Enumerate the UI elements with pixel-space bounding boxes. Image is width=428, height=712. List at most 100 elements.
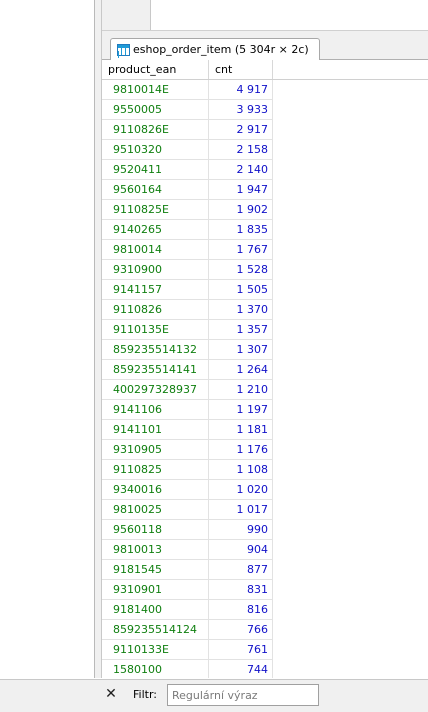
top-panel-content[interactable] bbox=[150, 0, 428, 30]
table-row[interactable]: 9510320 2 158 bbox=[102, 140, 428, 160]
cell-cnt[interactable]: 877 bbox=[209, 560, 273, 580]
table-row[interactable]: 9141157 1 505 bbox=[102, 280, 428, 300]
table-row[interactable]: 859235514132 1 307 bbox=[102, 340, 428, 360]
table-row[interactable]: 9110825E 1 902 bbox=[102, 200, 428, 220]
table-row[interactable]: 9181545 877 bbox=[102, 560, 428, 580]
cell-product-ean[interactable]: 9520411 bbox=[102, 160, 209, 180]
cell-cnt[interactable]: 1 767 bbox=[209, 240, 273, 260]
cell-cnt[interactable]: 816 bbox=[209, 600, 273, 620]
cell-product-ean[interactable]: 9310905 bbox=[102, 440, 209, 460]
column-header-product-ean[interactable]: product_ean bbox=[102, 60, 209, 79]
table-row[interactable]: 9340016 1 020 bbox=[102, 480, 428, 500]
cell-product-ean[interactable]: 9550005 bbox=[102, 100, 209, 120]
cell-product-ean[interactable]: 9810013 bbox=[102, 540, 209, 560]
table-row[interactable]: 9110826E 2 917 bbox=[102, 120, 428, 140]
cell-cnt[interactable]: 4 917 bbox=[209, 80, 273, 100]
cell-product-ean[interactable]: 9110825 bbox=[102, 460, 209, 480]
cell-cnt[interactable]: 1 181 bbox=[209, 420, 273, 440]
left-pane[interactable] bbox=[0, 0, 95, 678]
cell-product-ean[interactable]: 9560118 bbox=[102, 520, 209, 540]
cell-product-ean[interactable]: 9181400 bbox=[102, 600, 209, 620]
cell-cnt[interactable]: 1 947 bbox=[209, 180, 273, 200]
cell-cnt[interactable]: 2 140 bbox=[209, 160, 273, 180]
close-filter-icon[interactable]: ✕ bbox=[104, 686, 118, 702]
table-row[interactable]: 9110135E 1 357 bbox=[102, 320, 428, 340]
cell-cnt[interactable]: 1 528 bbox=[209, 260, 273, 280]
table-row[interactable]: 9520411 2 140 bbox=[102, 160, 428, 180]
cell-cnt[interactable]: 1 176 bbox=[209, 440, 273, 460]
tab-strip: eshop_order_item (5 304r × 2c) bbox=[102, 31, 428, 60]
cell-product-ean[interactable]: 9110826 bbox=[102, 300, 209, 320]
cell-product-ean[interactable]: 9340016 bbox=[102, 480, 209, 500]
cell-product-ean[interactable]: 1580100 bbox=[102, 660, 209, 678]
table-row[interactable]: 9560118 990 bbox=[102, 520, 428, 540]
cell-cnt[interactable]: 1 370 bbox=[209, 300, 273, 320]
cell-product-ean[interactable]: 9310901 bbox=[102, 580, 209, 600]
table-row[interactable]: 9810025 1 017 bbox=[102, 500, 428, 520]
cell-cnt[interactable]: 1 835 bbox=[209, 220, 273, 240]
cell-product-ean[interactable]: 859235514124 bbox=[102, 620, 209, 640]
cell-cnt[interactable]: 1 264 bbox=[209, 360, 273, 380]
table-row[interactable]: 859235514141 1 264 bbox=[102, 360, 428, 380]
cell-cnt[interactable]: 761 bbox=[209, 640, 273, 660]
table-row[interactable]: 9560164 1 947 bbox=[102, 180, 428, 200]
table-row[interactable]: 9141106 1 197 bbox=[102, 400, 428, 420]
cell-product-ean[interactable]: 9141101 bbox=[102, 420, 209, 440]
table-row[interactable]: 9310905 1 176 bbox=[102, 440, 428, 460]
cell-product-ean[interactable]: 9181545 bbox=[102, 560, 209, 580]
table-row[interactable]: 9181400 816 bbox=[102, 600, 428, 620]
table-row[interactable]: 9810014 1 767 bbox=[102, 240, 428, 260]
cell-product-ean[interactable]: 9510320 bbox=[102, 140, 209, 160]
cell-cnt[interactable]: 904 bbox=[209, 540, 273, 560]
cell-product-ean[interactable]: 9560164 bbox=[102, 180, 209, 200]
cell-product-ean[interactable]: 9310900 bbox=[102, 260, 209, 280]
cell-product-ean[interactable]: 9110135E bbox=[102, 320, 209, 340]
table-row[interactable]: 400297328937 1 210 bbox=[102, 380, 428, 400]
cell-product-ean[interactable]: 859235514141 bbox=[102, 360, 209, 380]
cell-cnt[interactable]: 1 017 bbox=[209, 500, 273, 520]
cell-cnt[interactable]: 1 505 bbox=[209, 280, 273, 300]
cell-cnt[interactable]: 766 bbox=[209, 620, 273, 640]
filter-input[interactable] bbox=[167, 684, 319, 706]
cell-product-ean[interactable]: 9810014E bbox=[102, 80, 209, 100]
table-row[interactable]: 9140265 1 835 bbox=[102, 220, 428, 240]
column-header-cnt[interactable]: cnt bbox=[209, 60, 273, 79]
cell-cnt[interactable]: 1 197 bbox=[209, 400, 273, 420]
cell-product-ean[interactable]: 9810025 bbox=[102, 500, 209, 520]
cell-cnt[interactable]: 2 917 bbox=[209, 120, 273, 140]
tab-eshop-order-item[interactable]: eshop_order_item (5 304r × 2c) bbox=[110, 38, 320, 60]
cell-cnt[interactable]: 1 108 bbox=[209, 460, 273, 480]
cell-product-ean[interactable]: 9140265 bbox=[102, 220, 209, 240]
cell-cnt[interactable]: 1 902 bbox=[209, 200, 273, 220]
cell-product-ean[interactable]: 400297328937 bbox=[102, 380, 209, 400]
table-row[interactable]: 859235514124 766 bbox=[102, 620, 428, 640]
cell-product-ean[interactable]: 9110826E bbox=[102, 120, 209, 140]
cell-product-ean[interactable]: 9110825E bbox=[102, 200, 209, 220]
cell-cnt[interactable]: 1 307 bbox=[209, 340, 273, 360]
table-row[interactable]: 9810014E 4 917 bbox=[102, 80, 428, 100]
cell-cnt[interactable]: 1 210 bbox=[209, 380, 273, 400]
cell-cnt[interactable]: 3 933 bbox=[209, 100, 273, 120]
cell-cnt[interactable]: 990 bbox=[209, 520, 273, 540]
cell-product-ean[interactable]: 9141157 bbox=[102, 280, 209, 300]
table-row[interactable]: 9550005 3 933 bbox=[102, 100, 428, 120]
table-row[interactable]: 9310901 831 bbox=[102, 580, 428, 600]
table-row[interactable]: 9810013 904 bbox=[102, 540, 428, 560]
cell-cnt[interactable]: 2 158 bbox=[209, 140, 273, 160]
table-row[interactable]: 9110826 1 370 bbox=[102, 300, 428, 320]
table-row[interactable]: 9310900 1 528 bbox=[102, 260, 428, 280]
cell-product-ean[interactable]: 9110133E bbox=[102, 640, 209, 660]
result-grid[interactable]: product_ean cnt 9810014E 4 917 9550005 3 93… bbox=[102, 60, 428, 678]
cell-product-ean[interactable]: 9810014 bbox=[102, 240, 209, 260]
table-row[interactable]: 9141101 1 181 bbox=[102, 420, 428, 440]
cell-product-ean[interactable]: 9141106 bbox=[102, 400, 209, 420]
cell-cnt[interactable]: 1 020 bbox=[209, 480, 273, 500]
table-row[interactable]: 9110133E 761 bbox=[102, 640, 428, 660]
table-row[interactable]: 9110825 1 108 bbox=[102, 460, 428, 480]
cell-cnt[interactable]: 744 bbox=[209, 660, 273, 678]
cell-cnt[interactable]: 831 bbox=[209, 580, 273, 600]
cell-cnt[interactable]: 1 357 bbox=[209, 320, 273, 340]
pane-splitter[interactable] bbox=[95, 0, 102, 678]
cell-product-ean[interactable]: 859235514132 bbox=[102, 340, 209, 360]
table-row[interactable]: 1580100 744 bbox=[102, 660, 428, 678]
